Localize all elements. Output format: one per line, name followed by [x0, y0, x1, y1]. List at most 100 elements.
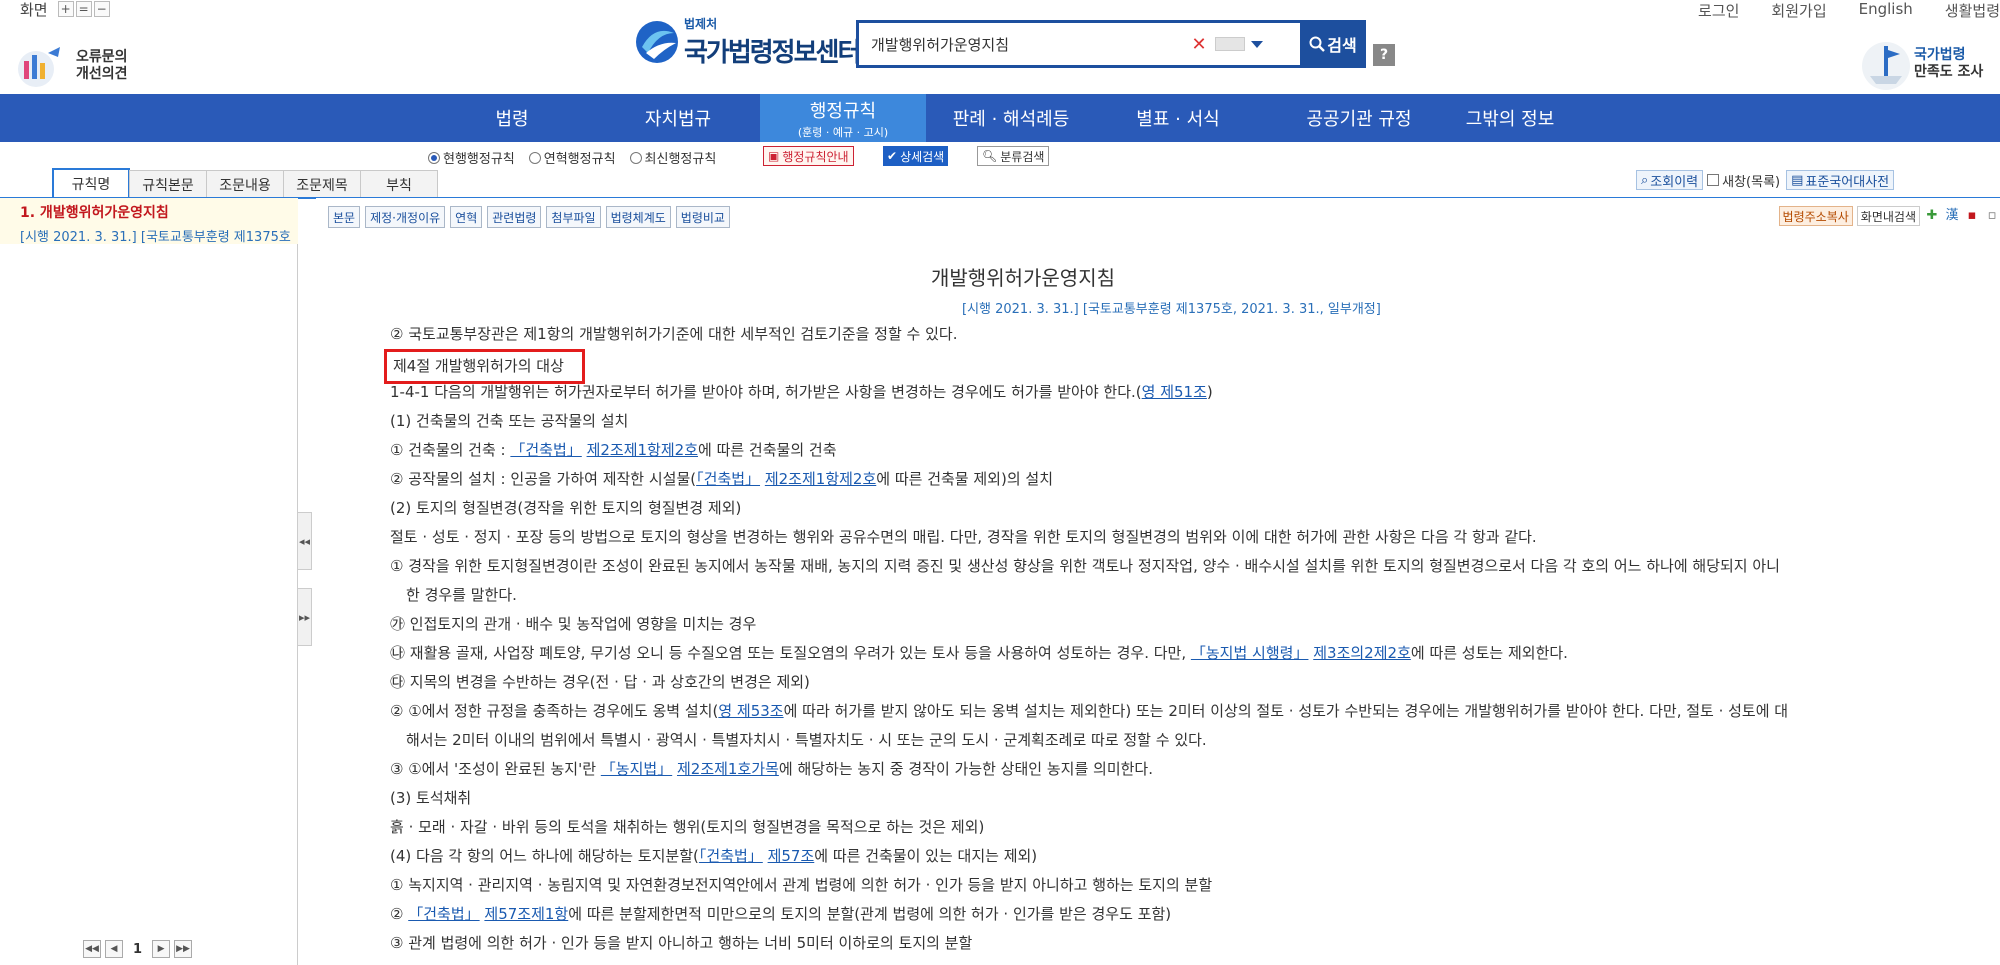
article-link[interactable]: 제2조제1항제2호	[765, 470, 876, 488]
next-page-icon[interactable]: ▶	[152, 940, 171, 958]
nav-administrative-rules-sub: (훈령 · 예규 · 고시)	[797, 125, 889, 139]
help-button[interactable]: ?	[1373, 44, 1395, 66]
law-link[interactable]: 「농지법 시행령」	[1191, 644, 1309, 662]
zoom-reset-button[interactable]: =	[75, 1, 92, 17]
sub-toolbar: 현행행정규칙 연혁행정규칙 최신행정규칙 ▣ 행정규칙안내 ✔ 상세검색 🔍︎ 분류검…	[0, 142, 2000, 199]
text-segment: )	[1206, 383, 1213, 401]
signup-link[interactable]: 회원가입	[1771, 0, 1826, 20]
rule-guide-button[interactable]: ▣ 행정규칙안내	[763, 146, 854, 166]
law-link[interactable]: 「건축법」	[408, 905, 479, 923]
nav-public-institutions-label: 공공기관 규정	[1306, 109, 1412, 130]
law-link[interactable]: 「건축법」	[510, 441, 581, 459]
prev-page-icon[interactable]: ◀	[105, 940, 123, 958]
zoom-out-button[interactable]: −	[93, 1, 110, 17]
magnifier-icon: 🔍︎	[982, 149, 998, 163]
text-line: 흙 · 모래 · 자갈 · 바위 등의 토석을 채취하는 행위(토지의 형질변경…	[390, 818, 985, 836]
feedback-icon	[18, 47, 60, 87]
search-button[interactable]: 검색	[1300, 20, 1366, 68]
nav-local-regulations-label: 자치법규	[644, 109, 712, 130]
text-line: ② 국토교통부장관은 제1항의 개발행위허가기준에 대한 세부적인 검토기준을 …	[390, 325, 958, 343]
new-window-checkbox[interactable]: 새창(목록)	[1707, 171, 1780, 190]
print-icon[interactable]: ▫	[1984, 208, 2000, 224]
current-page[interactable]: 1	[133, 942, 142, 957]
list-item[interactable]: 1. 개발행위허가운영지침 [시행 2021. 3. 31.] [국토교통부훈령…	[0, 198, 298, 244]
nav-laws-label: 법령	[495, 109, 529, 130]
law-link[interactable]: 영 제51조	[1142, 383, 1207, 401]
bookmark-icon[interactable]: ✚	[1924, 208, 1940, 224]
login-link[interactable]: 로그인	[1698, 0, 1739, 20]
text-line: ① 건축물의 건축 : 「건축법」 제2조제1항제2호에 따른 건축물의 건축	[390, 436, 1980, 465]
document-tools: 법령주소복사 화면내검색 ✚ 漢 ▪ ▫	[1778, 206, 2000, 226]
attachments-button[interactable]: 첨부파일	[546, 206, 601, 228]
text-line: (1) 건축물의 건축 또는 공작물의 설치	[390, 412, 629, 430]
english-link[interactable]: English	[1859, 0, 1913, 18]
feedback-link[interactable]: 오류문의 개선의견	[14, 42, 144, 90]
satisfaction-survey-link[interactable]: 국가법령 만족도 조사	[1850, 36, 2000, 92]
category-search-button[interactable]: 🔍︎ 분류검색	[977, 146, 1050, 166]
text-line: ② ①에서 정한 규정을 충족하는 경우에도 옹벽 설치(영 제53조에 따라 …	[390, 697, 1980, 726]
tab-article-content[interactable]: 조문내용	[206, 170, 284, 198]
keyboard-icon[interactable]	[1215, 37, 1245, 51]
nav-local-regulations[interactable]: 자치법규	[628, 94, 728, 142]
nav-public-institutions[interactable]: 공공기관 규정	[1286, 94, 1432, 142]
text-segment: 에 따른 건축물 제외)의 설치	[876, 470, 1053, 488]
radio-current-label: 현행행정규칙	[443, 152, 515, 167]
law-compare-button[interactable]: 법령비교	[675, 206, 730, 228]
rule-guide-label: 행정규칙안내	[782, 149, 849, 164]
search-box: ✕	[856, 20, 1304, 68]
site-logo[interactable]: 법제처 국가법령정보센터	[634, 16, 861, 68]
nav-laws[interactable]: 법령	[462, 94, 562, 142]
body-button[interactable]: 본문	[328, 206, 361, 228]
view-history-button[interactable]: ⌕ 조회이력	[1636, 170, 1704, 190]
dictionary-button[interactable]: ▤ 표준국어대사전	[1786, 170, 1895, 190]
article-link[interactable]: 제2조제1항제2호	[587, 441, 698, 459]
nav-other-info[interactable]: 그밖의 정보	[1460, 94, 1560, 142]
last-page-icon[interactable]: ▶▶	[174, 940, 193, 958]
expand-left-icon[interactable]: ▸▸	[298, 588, 312, 646]
life-law-link[interactable]: 생활법령	[1945, 0, 2000, 20]
survey-line2: 만족도 조사	[1914, 64, 1984, 80]
detail-search-button[interactable]: ✔ 상세검색	[883, 146, 949, 166]
revision-reason-button[interactable]: 제정·개정이유	[365, 206, 446, 228]
nav-forms[interactable]: 별표 · 서식	[1126, 94, 1230, 142]
first-page-icon[interactable]: ◀◀	[83, 940, 101, 958]
article-link[interactable]: 제2조제1호가목	[677, 760, 779, 778]
related-laws-button[interactable]: 관련법령	[487, 206, 542, 228]
check-search-icon: ✔	[887, 149, 898, 163]
law-link[interactable]: 「건축법」	[699, 847, 763, 865]
article-link[interactable]: 제57조	[768, 847, 815, 865]
nav-precedents[interactable]: 판례 · 해석례등	[944, 94, 1078, 142]
text-line: 1-4-1 다음의 개발행위는 허가권자로부터 허가를 받아야 하며, 허가받은…	[390, 378, 1980, 407]
chevron-down-icon[interactable]	[1251, 40, 1263, 48]
hanja-icon[interactable]: 漢	[1944, 208, 1960, 224]
clear-search-icon[interactable]: ✕	[1189, 34, 1209, 55]
law-structure-button[interactable]: 법령체계도	[605, 206, 671, 228]
category-search-label: 분류검색	[1000, 149, 1045, 164]
law-link[interactable]: 「농지법」	[601, 760, 672, 778]
search-scope-tabs: 규칙명 규칙본문 조문내용 조문제목 부칙	[52, 168, 438, 198]
tab-addenda[interactable]: 부칙	[360, 170, 438, 198]
history-button[interactable]: 연혁	[450, 206, 483, 228]
radio-history-rules[interactable]: 연혁행정규칙	[528, 148, 616, 167]
article-link[interactable]: 제57조제1항	[484, 905, 568, 923]
document-title-row: 개발행위허가운영지침	[316, 262, 2000, 291]
article-link[interactable]: 제3조의2제2호	[1313, 644, 1411, 662]
tab-article-title[interactable]: 조문제목	[283, 170, 361, 198]
tab-rule-name[interactable]: 규칙명	[52, 168, 130, 198]
collapse-left-icon[interactable]: ◂◂	[298, 512, 312, 570]
radio-current-rules[interactable]: 현행행정규칙	[428, 148, 515, 167]
search-input[interactable]	[859, 26, 1189, 62]
text-segment: ㉯ 재활용 골재, 사업장 폐토양, 무기성 오니 등 수질오염 또는 토질오염…	[390, 644, 1191, 662]
tab-rule-body[interactable]: 규칙본문	[129, 170, 207, 198]
in-page-search-button[interactable]: 화면내검색	[1856, 206, 1920, 226]
save-icon[interactable]: ▪	[1964, 208, 1980, 224]
zoom-in-button[interactable]: +	[57, 1, 74, 17]
nav-administrative-rules[interactable]: 행정규칙 (훈령 · 예규 · 고시)	[760, 94, 926, 142]
copy-address-button[interactable]: 법령주소복사	[1778, 206, 1853, 226]
text-segment: 에 따른 건축물의 건축	[698, 441, 837, 459]
radio-latest-rules[interactable]: 최신행정규칙	[629, 148, 716, 167]
document-toolbar: 본문 제정·개정이유 연혁 관련법령 첨부파일 법령체계도 법령비교	[328, 206, 735, 228]
list-item-title[interactable]: 1. 개발행위허가운영지침	[20, 202, 298, 222]
law-link[interactable]: 「건축법」	[696, 470, 760, 488]
article-link[interactable]: 영 제53조	[718, 702, 783, 720]
